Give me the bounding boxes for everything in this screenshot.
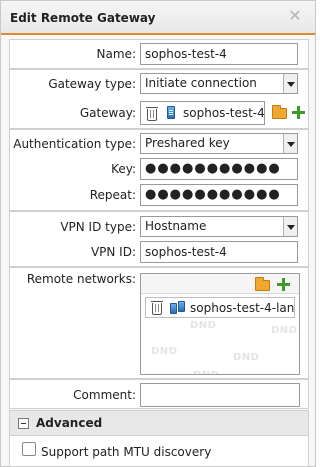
add-icon[interactable] bbox=[292, 106, 305, 119]
remote-networks-box[interactable]: sophos-test-4-lan DND DND DND DND DND bbox=[140, 273, 300, 375]
auth-type-label: Authentication type: bbox=[13, 137, 136, 151]
gateway-label: Gateway: bbox=[79, 106, 136, 120]
path-mtu-label[interactable]: Support path MTU discovery bbox=[41, 445, 211, 459]
folder-icon[interactable] bbox=[272, 105, 287, 119]
dnd-watermark: DND bbox=[151, 346, 178, 357]
comment-label: Comment: bbox=[73, 388, 136, 402]
advanced-title: Advanced bbox=[36, 416, 103, 430]
network-icon bbox=[170, 301, 188, 315]
vpn-id-type-select[interactable]: Hostname bbox=[140, 216, 298, 237]
host-icon bbox=[167, 106, 175, 119]
collapse-icon[interactable] bbox=[18, 418, 29, 429]
vpn-id-type-label: VPN ID type: bbox=[60, 220, 136, 234]
vpn-id-input[interactable]: sophos-test-4 bbox=[140, 241, 298, 263]
comment-section: Comment: bbox=[9, 379, 309, 409]
dialog-titlebar[interactable]: Edit Remote Gateway ✕ bbox=[1, 1, 315, 35]
dnd-watermark: DND bbox=[193, 370, 219, 374]
vpn-id-type-value: Hostname bbox=[145, 219, 207, 233]
remote-networks-label: Remote networks: bbox=[26, 272, 136, 286]
gateway-object-chip[interactable]: sophos-test-4 bbox=[140, 101, 265, 125]
advanced-header[interactable]: Advanced bbox=[9, 410, 309, 436]
gateway-type-value: Initiate connection bbox=[145, 76, 257, 90]
repeat-label: Repeat: bbox=[89, 188, 136, 202]
dnd-watermark: DND bbox=[190, 320, 217, 331]
remote-networks-section: Remote networks: sophos-test-4-lan DND D… bbox=[9, 267, 309, 379]
auth-type-value: Preshared key bbox=[145, 136, 230, 150]
remote-network-item[interactable]: sophos-test-4-lan bbox=[145, 297, 295, 318]
key-label: Key: bbox=[111, 162, 136, 176]
gateway-object-name: sophos-test-4 bbox=[183, 106, 265, 120]
add-icon[interactable] bbox=[277, 278, 290, 291]
gateway-section: Gateway type: Initiate connection Gatewa… bbox=[9, 69, 309, 129]
chevron-down-icon[interactable] bbox=[283, 134, 297, 153]
remote-networks-toolbar bbox=[141, 274, 299, 294]
dialog-title: Edit Remote Gateway bbox=[10, 11, 156, 25]
dnd-watermark: DND bbox=[271, 325, 298, 336]
chevron-down-icon[interactable] bbox=[283, 217, 297, 236]
vpn-id-label: VPN ID: bbox=[90, 245, 136, 259]
gateway-type-label: Gateway type: bbox=[48, 77, 136, 91]
comment-input[interactable] bbox=[140, 383, 300, 407]
edit-remote-gateway-dialog: Edit Remote Gateway ✕ Name: sophos-test-… bbox=[0, 0, 316, 467]
vpn-id-section: VPN ID type: Hostname VPN ID: sophos-tes… bbox=[9, 211, 309, 267]
folder-icon[interactable] bbox=[255, 277, 270, 291]
name-label: Name: bbox=[96, 47, 136, 61]
name-section: Name: sophos-test-4 bbox=[9, 39, 309, 69]
trash-icon[interactable] bbox=[146, 107, 158, 121]
path-mtu-checkbox[interactable] bbox=[22, 442, 36, 456]
authentication-section: Authentication type: Preshared key Key: … bbox=[9, 129, 309, 211]
remote-network-name: sophos-test-4-lan bbox=[190, 301, 295, 315]
trash-icon[interactable] bbox=[151, 301, 163, 315]
dnd-watermark: DND bbox=[233, 352, 260, 363]
auth-type-select[interactable]: Preshared key bbox=[140, 133, 298, 154]
key-password-input[interactable]: ●●●●●●●●●●● bbox=[140, 158, 298, 180]
repeat-password-input[interactable]: ●●●●●●●●●●● bbox=[140, 184, 298, 206]
name-input[interactable]: sophos-test-4 bbox=[140, 43, 298, 65]
advanced-section: Support path MTU discovery bbox=[9, 436, 309, 467]
gateway-type-select[interactable]: Initiate connection bbox=[140, 73, 298, 94]
chevron-down-icon[interactable] bbox=[283, 74, 297, 93]
close-icon[interactable]: ✕ bbox=[287, 8, 303, 24]
